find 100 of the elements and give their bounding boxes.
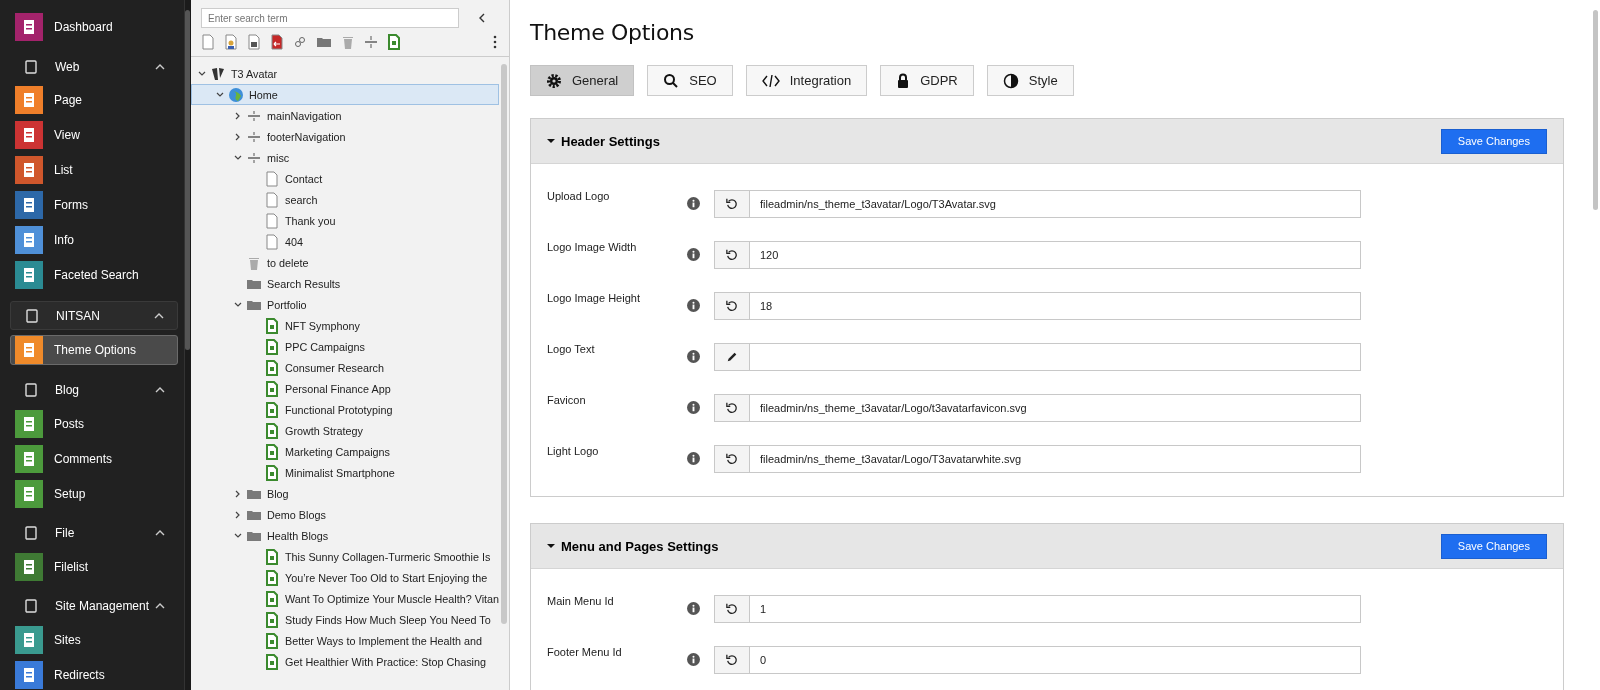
tree-item[interactable]: Consumer Research [191,357,499,378]
input-field[interactable]: 0 [714,645,1361,674]
input-field[interactable]: fileadmin/ns_theme_t3avatar/Logo/T3avatarwhite.svg [714,444,1361,473]
lock-icon [896,72,911,89]
scrollbar[interactable] [501,64,507,624]
field-action-button[interactable] [715,595,750,622]
module-menu-item[interactable]: View [10,120,178,151]
tree-item[interactable]: This Sunny Collagen-Turmeric Smoothie Is [191,546,499,567]
reset-icon [726,401,738,414]
module-group-header[interactable]: Site Management [10,592,178,620]
content-page-icon [264,443,280,460]
tab[interactable]: Style [986,65,1074,96]
content-page-icon [264,401,280,418]
page-shortcut-icon[interactable] [247,34,261,50]
tree-item[interactable]: Better Ways to Implement the Health and [191,630,499,651]
input-field[interactable]: 120 [714,240,1361,269]
info-icon[interactable] [687,299,700,312]
field-action-button[interactable] [715,241,750,268]
tree-item[interactable]: footerNavigation [191,126,499,147]
tree-item[interactable]: Portfolio [191,294,499,315]
module-menu-item[interactable]: Setup [10,478,178,509]
tree-item[interactable]: Contact [191,168,499,189]
field-action-button[interactable] [715,343,750,370]
tree-item[interactable]: Study Finds How Much Sleep You Need To [191,609,499,630]
module-menu-item[interactable]: Forms [10,190,178,221]
tree-item[interactable]: Home [191,84,499,105]
module-group-header[interactable]: File [10,519,178,547]
field-action-button[interactable] [715,394,750,421]
input-field[interactable] [714,342,1361,371]
tree-item[interactable]: Demo Blogs [191,504,499,525]
page-icon [264,212,280,229]
tree-item[interactable]: mainNavigation [191,105,499,126]
tree-item[interactable]: search [191,189,499,210]
tab[interactable]: Integration [745,65,868,96]
module-group-header[interactable]: Blog [10,376,178,404]
tree-item[interactable]: Health Blogs [191,525,499,546]
tree-item[interactable]: PPC Campaigns [191,336,499,357]
page-icon [264,170,280,187]
module-menu-item[interactable]: Theme Options [10,335,178,366]
field-action-button[interactable] [715,190,750,217]
info-icon[interactable] [687,452,700,465]
field-action-button[interactable] [715,445,750,472]
input-field[interactable]: 1 [714,594,1361,623]
tab[interactable]: GDPR [880,65,974,96]
tree-item[interactable]: Growth Strategy [191,420,499,441]
module-menu-item[interactable]: Info [10,225,178,256]
collapse-icon[interactable] [477,12,487,24]
tree-item[interactable]: Want To Optimize Your Muscle Health? Vitan [191,588,499,609]
input-field[interactable]: fileadmin/ns_theme_t3avatar/Logo/T3Avatar.svg [714,189,1361,218]
separator-icon[interactable] [364,34,378,50]
module-menu-item[interactable]: List [10,155,178,186]
tree-item[interactable]: Minimalist Smartphone [191,462,499,483]
module-menu-item[interactable]: Sites [10,625,178,655]
tree-item[interactable]: Marketing Campaigns [191,441,499,462]
info-icon[interactable] [687,350,700,363]
info-icon[interactable] [687,602,700,615]
module-menu-item[interactable]: Dashboard [10,12,178,42]
tree-item[interactable]: NFT Symphony [191,315,499,336]
input-field[interactable]: fileadmin/ns_theme_t3avatar/Logo/t3avatarfavicon.svg [714,393,1361,422]
module-menu-item[interactable]: Posts [10,408,178,439]
module-menu-item[interactable]: Faceted Search [10,260,178,291]
info-icon[interactable] [687,248,700,261]
save-changes-button[interactable]: Save Changes [1440,533,1547,559]
content-page-icon[interactable] [387,34,401,50]
tree-item[interactable]: Search Results [191,273,499,294]
tree-item[interactable]: Get Healthier With Practice: Stop Chasing [191,651,499,672]
more-options-icon[interactable] [493,35,497,49]
tree-item[interactable]: You’re Never Too Old to Start Enjoying the [191,567,499,588]
search-field[interactable]: Enter search term [201,8,459,28]
save-changes-button[interactable]: Save Changes [1440,128,1547,154]
input-field[interactable]: 18 [714,291,1361,320]
caret-icon[interactable] [547,137,555,145]
tree-item[interactable]: to delete [191,252,499,273]
info-icon[interactable] [687,653,700,666]
module-menu-item[interactable]: Filelist [10,551,178,582]
scrollbar[interactable] [184,0,191,690]
pencil-icon [726,350,738,363]
page-exit-icon[interactable] [270,34,284,50]
tree-item[interactable]: Personal Finance App [191,378,499,399]
tree-item[interactable]: Thank you [191,210,499,231]
field-action-button[interactable] [715,292,750,319]
tab[interactable]: SEO [647,65,733,96]
module-group-header[interactable]: NITSAN [10,301,178,331]
module-group-header[interactable]: Web [10,53,178,81]
tree-item[interactable]: T3 Avatar [191,63,499,84]
tree-item[interactable]: Blog [191,483,499,504]
link-icon[interactable] [293,34,307,50]
tree-item[interactable]: Functional Prototyping [191,399,499,420]
tab[interactable]: General [530,65,635,96]
info-icon[interactable] [687,197,700,210]
field-action-button[interactable] [715,646,750,673]
content-page-icon [264,548,280,565]
tree-item[interactable]: 404 [191,231,499,252]
module-menu-item[interactable]: Comments [10,443,178,474]
info-icon[interactable] [687,401,700,414]
module-menu-item[interactable]: Redirects [10,660,178,690]
page-user-icon[interactable] [224,34,238,50]
tree-item[interactable]: misc [191,147,499,168]
caret-icon[interactable] [547,542,555,550]
module-menu-item[interactable]: Page [10,85,178,116]
